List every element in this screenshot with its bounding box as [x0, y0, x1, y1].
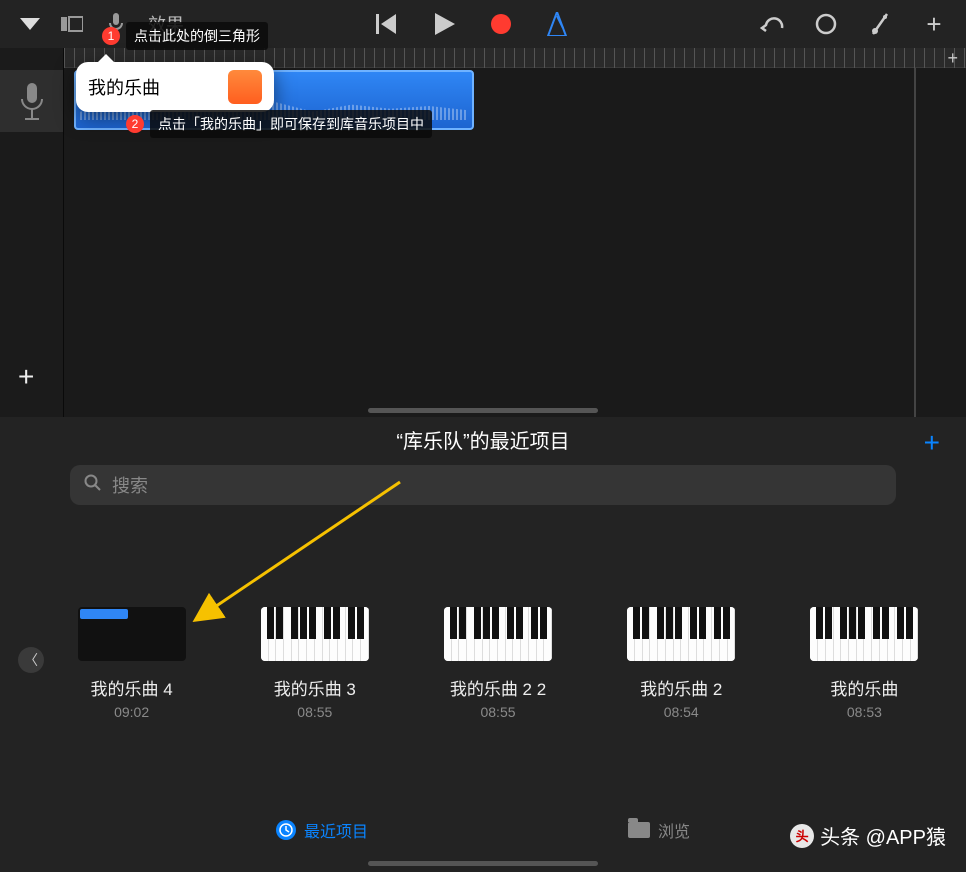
project-time: 09:02: [114, 704, 149, 720]
project-name: 我的乐曲 2 2: [450, 675, 546, 700]
track-instrument-mic[interactable]: [0, 70, 63, 132]
project-item[interactable]: 我的乐曲 3 08:55: [253, 607, 376, 720]
project-name: 我的乐曲: [830, 675, 898, 700]
project-thumbnail: [627, 607, 735, 661]
more-icon[interactable]: +: [922, 12, 946, 36]
callout-badge: 2: [126, 115, 144, 133]
home-indicator: [368, 408, 598, 413]
view-icon[interactable]: [60, 12, 84, 36]
project-item[interactable]: 我的乐曲 2 08:54: [620, 607, 743, 720]
search-placeholder: 搜索: [112, 472, 148, 498]
project-time: 08:55: [297, 704, 332, 720]
callout-text: 点击「我的乐曲」即可保存到库音乐项目中: [150, 110, 432, 138]
ruler-add-icon[interactable]: +: [947, 48, 958, 69]
project-item[interactable]: 我的乐曲 08:53: [803, 607, 926, 720]
tab-recent[interactable]: 最近项目: [276, 818, 368, 842]
tutorial-callout-1: 1 点击此处的倒三角形: [102, 22, 268, 50]
garageband-app-icon: [228, 70, 262, 104]
metronome-icon[interactable]: [545, 12, 569, 36]
callout-text: 点击此处的倒三角形: [126, 22, 268, 50]
project-time: 08:54: [664, 704, 699, 720]
callout-badge: 1: [102, 27, 120, 45]
settings-icon[interactable]: [868, 12, 892, 36]
watermark-text: 头条 @APP猿: [820, 821, 946, 850]
add-track-button[interactable]: +: [18, 361, 34, 393]
tab-browse[interactable]: 浏览: [628, 818, 690, 842]
rewind-icon[interactable]: [375, 12, 399, 36]
project-thumbnail: [261, 607, 369, 661]
tab-label: 浏览: [658, 818, 690, 842]
song-popover[interactable]: 我的乐曲: [76, 62, 274, 112]
clock-icon: [276, 820, 296, 840]
back-button[interactable]: 〈: [18, 647, 44, 673]
end-marker[interactable]: [914, 68, 916, 417]
project-time: 08:53: [847, 704, 882, 720]
browser-title: “库乐队”的最近项目: [396, 425, 569, 454]
record-button[interactable]: [491, 14, 511, 34]
project-thumbnail: [78, 607, 186, 661]
browser-panel: “库乐队”的最近项目 + 搜索 〈 我的乐曲 4 09:02 我的乐曲 3 08…: [0, 417, 966, 872]
tutorial-callout-2: 2 点击「我的乐曲」即可保存到库音乐项目中: [126, 110, 432, 138]
watermark: 头 头条 @APP猿: [790, 821, 946, 850]
loop-icon[interactable]: [814, 12, 838, 36]
browser-header: “库乐队”的最近项目 +: [0, 417, 966, 461]
project-thumbnail: [444, 607, 552, 661]
project-name: 我的乐曲 2: [640, 675, 722, 700]
song-menu-triangle[interactable]: [20, 18, 40, 30]
project-name: 我的乐曲 4: [91, 675, 173, 700]
popover-title: 我的乐曲: [88, 74, 228, 100]
track-sidebar: +: [0, 48, 64, 417]
project-thumbnail: [810, 607, 918, 661]
search-icon: [84, 474, 102, 497]
home-indicator: [368, 861, 598, 866]
editor-panel: 效果 + 1 点击: [0, 0, 966, 417]
project-item[interactable]: 我的乐曲 4 09:02: [70, 607, 193, 720]
search-bar[interactable]: 搜索: [70, 465, 896, 505]
tab-label: 最近项目: [304, 818, 368, 842]
project-item[interactable]: 我的乐曲 2 2 08:55: [436, 607, 559, 720]
folder-icon: [628, 822, 650, 838]
project-name: 我的乐曲 3: [274, 675, 356, 700]
undo-icon[interactable]: [760, 12, 784, 36]
play-icon[interactable]: [433, 12, 457, 36]
project-grid: 我的乐曲 4 09:02 我的乐曲 3 08:55 我的乐曲 2 2 08:55…: [70, 607, 926, 720]
watermark-logo: 头: [790, 824, 814, 848]
new-project-button[interactable]: +: [924, 427, 940, 459]
project-time: 08:55: [480, 704, 515, 720]
